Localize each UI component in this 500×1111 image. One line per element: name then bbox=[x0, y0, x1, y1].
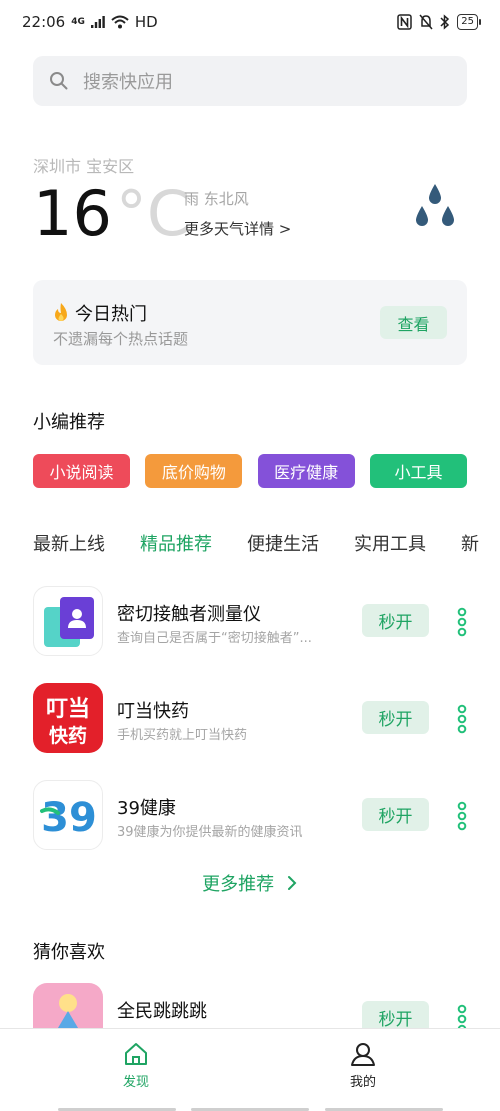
nav-discover[interactable]: 发现 bbox=[96, 1041, 176, 1090]
editor-picks-title: 小编推荐 bbox=[33, 412, 105, 433]
more-options-icon[interactable] bbox=[454, 704, 470, 734]
app-name: 叮当快药 bbox=[117, 701, 189, 722]
status-bar-right: 25 bbox=[397, 14, 481, 30]
app-description: 查询自己是否属于“密切接触者”... bbox=[117, 631, 312, 646]
flame-icon bbox=[55, 303, 67, 321]
hot-today-subtitle: 不遗漏每个热点话题 bbox=[53, 330, 189, 348]
app-item[interactable]: 叮当 快药 叮当快药 手机买药就上叮当快药 秒开 bbox=[33, 683, 467, 755]
bluetooth-icon bbox=[440, 14, 450, 30]
search-icon bbox=[50, 72, 68, 90]
app-description: 39健康为你提供最新的健康资讯 bbox=[117, 825, 303, 840]
weather-temperature: 16 bbox=[33, 177, 112, 250]
status-time: 22:06 bbox=[22, 13, 66, 31]
mute-icon bbox=[419, 14, 433, 30]
nfc-icon bbox=[397, 14, 413, 30]
network-type: 4G bbox=[71, 17, 85, 27]
weather-unit: °C bbox=[115, 177, 191, 250]
chip-bargain-shopping[interactable]: 底价购物 bbox=[145, 454, 243, 488]
hot-today-title-text: 今日热门 bbox=[75, 304, 147, 325]
weather-details-link[interactable]: 更多天气详情 > bbox=[184, 218, 291, 239]
status-bar-left: 22:06 4G HD bbox=[22, 13, 158, 31]
signal-icon bbox=[90, 16, 105, 28]
tab-convenient-life[interactable]: 便捷生活 bbox=[247, 530, 319, 562]
hot-today-card[interactable]: 今日热门 不遗漏每个热点话题 查看 bbox=[33, 280, 467, 365]
chip-novel-reading[interactable]: 小说阅读 bbox=[33, 454, 130, 488]
more-recommendations-label: 更多推荐 bbox=[202, 874, 275, 895]
app-description: 手机买药就上叮当快药 bbox=[117, 728, 248, 743]
app-item[interactable]: 39 39健康 39健康为你提供最新的健康资讯 秒开 bbox=[33, 780, 467, 852]
chevron-right-icon bbox=[287, 876, 297, 890]
nav-mine[interactable]: 我的 bbox=[323, 1041, 403, 1090]
category-tabs: 最新上线 精品推荐 便捷生活 实用工具 新 bbox=[33, 530, 500, 562]
app-name: 39健康 bbox=[117, 798, 176, 819]
dingdang-icon-text-bottom: 快药 bbox=[49, 724, 87, 747]
instant-open-button[interactable]: 秒开 bbox=[362, 798, 429, 831]
weather-location: 深圳市 宝安区 bbox=[33, 157, 135, 176]
tab-new[interactable]: 新 bbox=[461, 530, 479, 562]
more-recommendations-link[interactable]: 更多推荐 bbox=[0, 870, 500, 896]
guess-you-like-title: 猜你喜欢 bbox=[33, 942, 105, 963]
app-name: 密切接触者测量仪 bbox=[117, 604, 261, 625]
more-options-icon[interactable] bbox=[454, 607, 470, 637]
chip-medical-health[interactable]: 医疗健康 bbox=[257, 454, 355, 488]
weather-condition: 雨 东北风 bbox=[184, 190, 249, 208]
tab-featured[interactable]: 精品推荐 bbox=[140, 530, 212, 562]
tab-practical-tools[interactable]: 实用工具 bbox=[354, 530, 426, 562]
search-placeholder: 搜索快应用 bbox=[83, 72, 173, 93]
instant-open-button[interactable]: 秒开 bbox=[362, 604, 429, 637]
more-options-icon[interactable] bbox=[454, 801, 470, 831]
39-health-icon-text: 39 bbox=[41, 795, 97, 841]
weather-temperature-block: 16 °C bbox=[33, 176, 190, 252]
home-icon bbox=[125, 1043, 147, 1065]
hd-indicator: HD bbox=[134, 13, 158, 31]
person-icon bbox=[351, 1043, 375, 1066]
hot-today-title: 今日热门 bbox=[51, 300, 147, 326]
wifi-icon bbox=[111, 15, 129, 29]
tab-latest[interactable]: 最新上线 bbox=[33, 530, 105, 562]
battery-indicator: 25 bbox=[457, 14, 481, 30]
instant-open-button[interactable]: 秒开 bbox=[362, 701, 429, 734]
bottom-navigation: 发现 我的 bbox=[0, 1028, 500, 1111]
chip-small-tools[interactable]: 小工具 bbox=[369, 454, 467, 488]
contact-tracer-app-icon bbox=[33, 586, 103, 656]
39-health-app-icon: 39 bbox=[33, 780, 103, 850]
status-bar: 22:06 4G HD 25 bbox=[0, 0, 500, 44]
category-chips: 小说阅读 底价购物 医疗健康 小工具 bbox=[33, 454, 467, 488]
app-name: 全民跳跳跳 bbox=[117, 1001, 207, 1022]
dingdang-app-icon: 叮当 快药 bbox=[33, 683, 103, 753]
nav-discover-label: 发现 bbox=[122, 1075, 149, 1090]
dingdang-icon-text-top: 叮当 bbox=[46, 697, 90, 722]
nav-mine-label: 我的 bbox=[349, 1075, 376, 1090]
view-hot-button[interactable]: 查看 bbox=[380, 306, 447, 339]
rain-drops-icon bbox=[416, 184, 454, 226]
app-item[interactable]: 密切接触者测量仪 查询自己是否属于“密切接触者”... 秒开 bbox=[33, 586, 467, 658]
search-bar[interactable]: 搜索快应用 bbox=[33, 56, 467, 106]
